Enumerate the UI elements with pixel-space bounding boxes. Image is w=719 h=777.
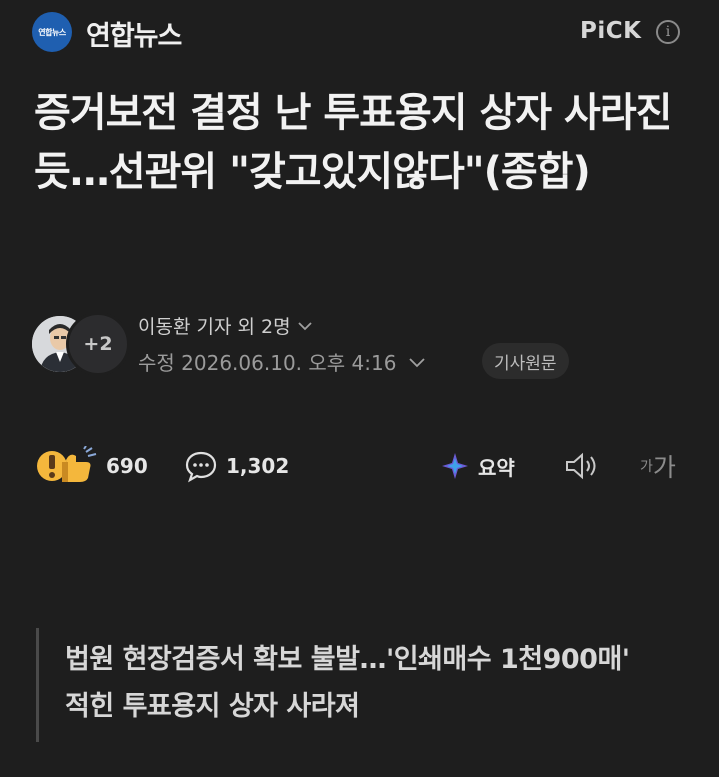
summary-button[interactable]: 요약	[440, 440, 515, 492]
author-avatars[interactable]: +2	[30, 312, 130, 376]
press-logo[interactable]: 연합뉴스	[32, 12, 72, 52]
summary-label: 요약	[478, 455, 515, 480]
reaction-count: 690	[106, 454, 148, 478]
info-icon[interactable]: i	[656, 20, 680, 44]
article-date: 수정 2026.06.10. 오후 4:16	[138, 351, 397, 375]
font-size-small-label: 가	[640, 459, 653, 475]
original-article-button[interactable]: 기사원문	[482, 343, 569, 379]
subheadline-text: 법원 현장검증서 확보 불발…'인쇄매수 1천900매' 적힌 투표용지 상자 …	[65, 644, 630, 722]
author-name: 이동환 기자 외 2명	[138, 316, 291, 338]
press-name[interactable]: 연합뉴스	[86, 14, 182, 53]
chevron-down-icon	[409, 357, 426, 367]
pick-badge: PiCK	[580, 18, 642, 44]
author-byline[interactable]: 이동환 기자 외 2명	[138, 312, 313, 339]
comment-button[interactable]: 1,302	[184, 440, 289, 492]
chevron-down-icon	[297, 321, 312, 330]
speaker-icon	[566, 452, 596, 480]
comment-count: 1,302	[226, 454, 290, 478]
more-authors-badge[interactable]: +2	[66, 312, 130, 376]
date-info[interactable]: 수정 2026.06.10. 오후 4:16	[138, 347, 426, 376]
reaction-button[interactable]: 690	[36, 440, 148, 492]
listen-button[interactable]	[564, 440, 602, 492]
comment-icon	[185, 451, 217, 483]
article-headline: 증거보전 결정 난 투표용지 상자 사라진 듯…선관위 "갖고있지않다"(종합)	[34, 90, 672, 195]
top-bar: 연합뉴스 연합뉴스 PiCK i	[0, 0, 719, 70]
reaction-emoji-icon	[37, 446, 97, 482]
font-size-button[interactable]: 가 가	[640, 440, 676, 492]
subheadline-quote: 법원 현장검증서 확보 불발…'인쇄매수 1천900매' 적힌 투표용지 상자 …	[36, 628, 676, 742]
font-size-big-label: 가	[652, 453, 676, 482]
ai-summary-icon	[442, 453, 468, 479]
action-bar: 690 1,302 요약 가 가	[0, 440, 719, 492]
press-logo-text: 연합뉴스	[38, 27, 66, 37]
